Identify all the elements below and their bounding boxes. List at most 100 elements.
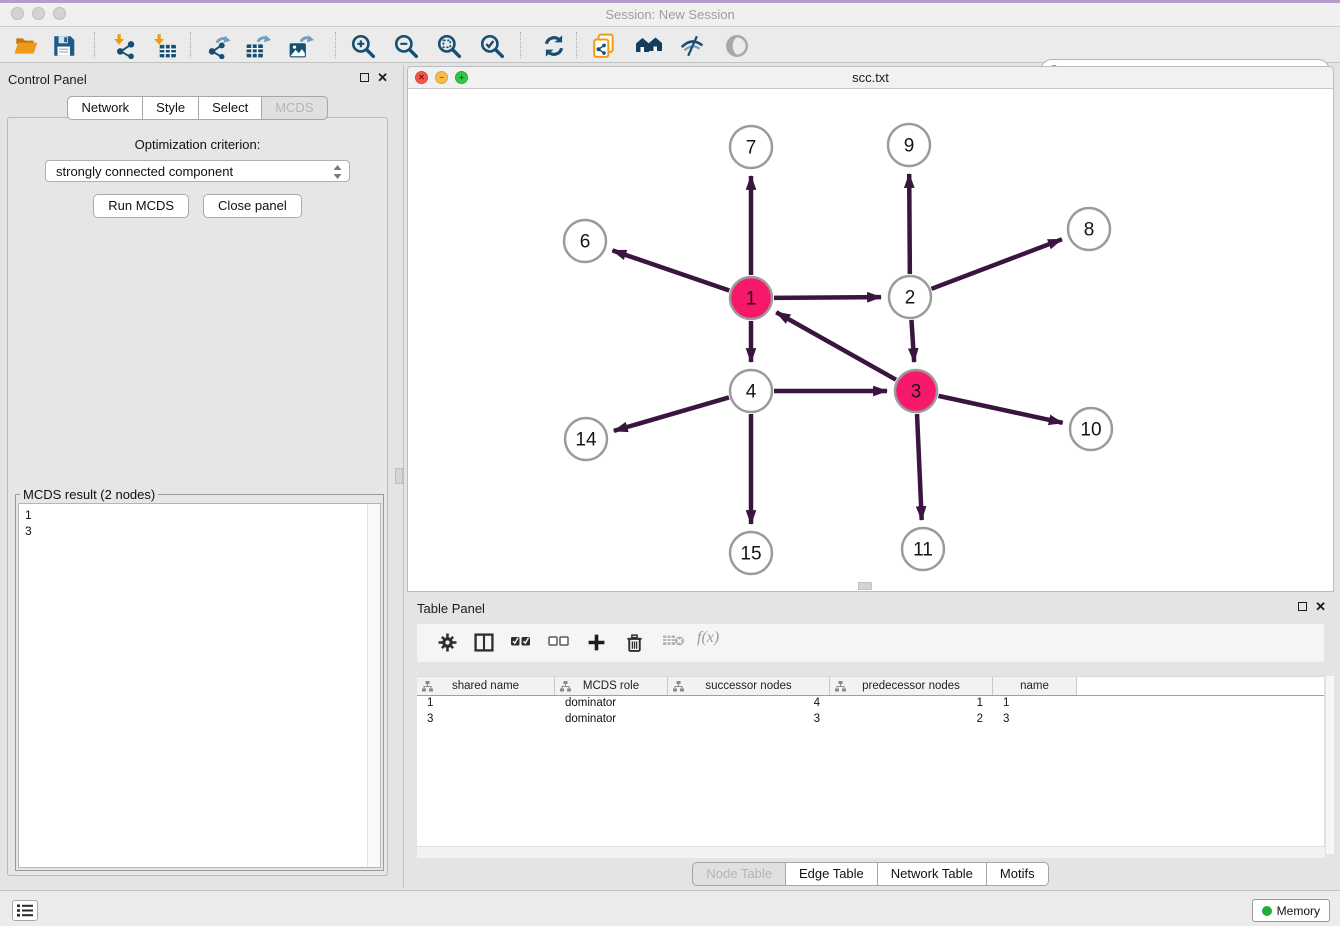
tab-select[interactable]: Select xyxy=(198,96,262,120)
create-column-button[interactable] xyxy=(587,633,606,655)
edge-3-10[interactable] xyxy=(938,396,1062,423)
tab-network[interactable]: Network xyxy=(67,96,143,120)
edge-4-14[interactable] xyxy=(614,397,729,430)
graph-node-4[interactable]: 4 xyxy=(730,370,772,412)
vertical-splitter-handle[interactable] xyxy=(395,468,403,484)
result-scrollbar[interactable] xyxy=(367,504,380,867)
network-home-button[interactable] xyxy=(634,32,662,60)
table-cell: 3 xyxy=(993,712,1077,728)
slashed-eye-icon xyxy=(679,33,705,59)
float-table-panel-icon[interactable] xyxy=(1298,602,1307,611)
table-panel-title: Table Panel xyxy=(417,601,485,616)
zoom-in-button[interactable] xyxy=(349,32,377,60)
column-header-successor-nodes[interactable]: successor nodes xyxy=(668,677,830,695)
graph-node-15[interactable]: 15 xyxy=(730,532,772,574)
function-icon: f(x) xyxy=(697,629,719,646)
hide-details-button[interactable] xyxy=(723,32,751,60)
select-all-icon xyxy=(510,633,531,649)
run-mcds-button[interactable]: Run MCDS xyxy=(93,194,189,218)
edge-1-2[interactable] xyxy=(774,297,881,298)
zoom-selected-button[interactable] xyxy=(478,32,506,60)
delete-table-icon xyxy=(662,633,685,648)
node-label: 4 xyxy=(746,382,757,403)
close-panel-icon[interactable]: ✕ xyxy=(377,73,388,82)
horizontal-splitter-handle[interactable] xyxy=(858,582,872,590)
clone-network-button[interactable] xyxy=(590,32,618,60)
float-panel-icon[interactable] xyxy=(360,73,369,82)
zoom-out-button[interactable] xyxy=(392,32,420,60)
show-column-button[interactable] xyxy=(474,633,494,655)
task-history-button[interactable] xyxy=(12,900,38,921)
export-table-button[interactable] xyxy=(244,32,272,60)
apply-layout-button[interactable] xyxy=(540,32,568,60)
criterion-dropdown-value: strongly connected component xyxy=(56,164,233,179)
graph-node-10[interactable]: 10 xyxy=(1070,408,1112,450)
network-canvas[interactable]: 7 9 6 8 1 2 4 3 14 10 15 11 xyxy=(408,89,1333,591)
select-all-rows-button[interactable] xyxy=(510,633,531,652)
table-settings-button[interactable] xyxy=(438,633,457,655)
node-label: 14 xyxy=(575,430,597,451)
style-details-button[interactable] xyxy=(678,32,706,60)
table-panel-tabs: Node TableEdge TableNetwork TableMotifs xyxy=(407,862,1334,886)
table-row[interactable]: 3dominator323 xyxy=(417,712,1324,728)
table-tab-network-table[interactable]: Network Table xyxy=(877,862,987,886)
open-session-button[interactable] xyxy=(12,32,40,60)
graph-node-6[interactable]: 6 xyxy=(564,220,606,262)
graph-node-3[interactable]: 3 xyxy=(895,370,937,412)
table-cell: 4 xyxy=(668,696,830,712)
result-line: 1 xyxy=(25,507,374,523)
edge-2-9[interactable] xyxy=(909,174,910,274)
column-header-MCDS-role[interactable]: MCDS role xyxy=(555,677,668,695)
table-horizontal-scrollbar[interactable] xyxy=(417,846,1325,858)
vertical-splitter[interactable] xyxy=(403,66,404,888)
edge-3-1[interactable] xyxy=(776,312,896,379)
table-vertical-scrollbar[interactable] xyxy=(1325,676,1334,854)
export-image-icon xyxy=(288,33,314,59)
graph-node-7[interactable]: 7 xyxy=(730,126,772,168)
zoom-fit-button[interactable] xyxy=(435,32,463,60)
save-icon xyxy=(51,33,77,59)
criterion-dropdown[interactable]: strongly connected component xyxy=(45,160,350,182)
node-table[interactable]: shared nameMCDS rolesuccessor nodesprede… xyxy=(417,676,1324,854)
edge-2-3[interactable] xyxy=(911,320,914,362)
close-panel-button[interactable]: Close panel xyxy=(203,194,302,218)
edge-1-6[interactable] xyxy=(612,250,729,290)
zoom-fit-icon xyxy=(436,33,462,59)
delete-column-button[interactable] xyxy=(625,633,644,656)
graph-node-11[interactable]: 11 xyxy=(902,528,944,570)
table-cell: dominator xyxy=(555,712,668,728)
table-tab-node-table[interactable]: Node Table xyxy=(692,862,786,886)
graph-node-2[interactable]: 2 xyxy=(889,276,931,318)
status-bar: Memory xyxy=(0,890,1340,926)
graph-node-14[interactable]: 14 xyxy=(565,418,607,460)
deselect-all-rows-button[interactable] xyxy=(548,633,569,652)
memory-button[interactable]: Memory xyxy=(1252,899,1330,922)
delete-table-button[interactable] xyxy=(662,633,685,651)
save-session-button[interactable] xyxy=(50,32,78,60)
column-header-shared-name[interactable]: shared name xyxy=(417,677,555,695)
edge-2-8[interactable] xyxy=(932,239,1062,289)
network-window-titlebar[interactable]: ✕ − + scc.txt xyxy=(408,67,1333,89)
graph-node-8[interactable]: 8 xyxy=(1068,208,1110,250)
mcds-result-lines: 13 xyxy=(19,504,380,542)
import-table-button[interactable] xyxy=(150,32,178,60)
table-toolbar: f(x) xyxy=(417,624,1324,662)
network-graph[interactable]: 7 9 6 8 1 2 4 3 14 10 15 11 xyxy=(408,89,1333,591)
export-image-button[interactable] xyxy=(287,32,315,60)
table-cell: 2 xyxy=(830,712,993,728)
network-view-window: ✕ − + scc.txt 7 9 6 8 1 2 4 3 14 10 15 11 xyxy=(407,66,1334,592)
table-row[interactable]: 1dominator411 xyxy=(417,696,1324,712)
export-network-button[interactable] xyxy=(204,32,232,60)
table-tab-edge-table[interactable]: Edge Table xyxy=(785,862,878,886)
column-header-predecessor-nodes[interactable]: predecessor nodes xyxy=(830,677,993,695)
table-tab-motifs[interactable]: Motifs xyxy=(986,862,1049,886)
function-builder-button[interactable]: f(x) xyxy=(697,629,719,647)
close-table-panel-icon[interactable]: ✕ xyxy=(1315,602,1326,611)
tab-mcds[interactable]: MCDS xyxy=(261,96,327,120)
graph-node-9[interactable]: 9 xyxy=(888,124,930,166)
import-network-button[interactable] xyxy=(110,32,138,60)
edge-3-11[interactable] xyxy=(917,414,922,520)
tab-style[interactable]: Style xyxy=(142,96,199,120)
graph-node-1[interactable]: 1 xyxy=(730,277,772,319)
column-header-name[interactable]: name xyxy=(993,677,1077,695)
